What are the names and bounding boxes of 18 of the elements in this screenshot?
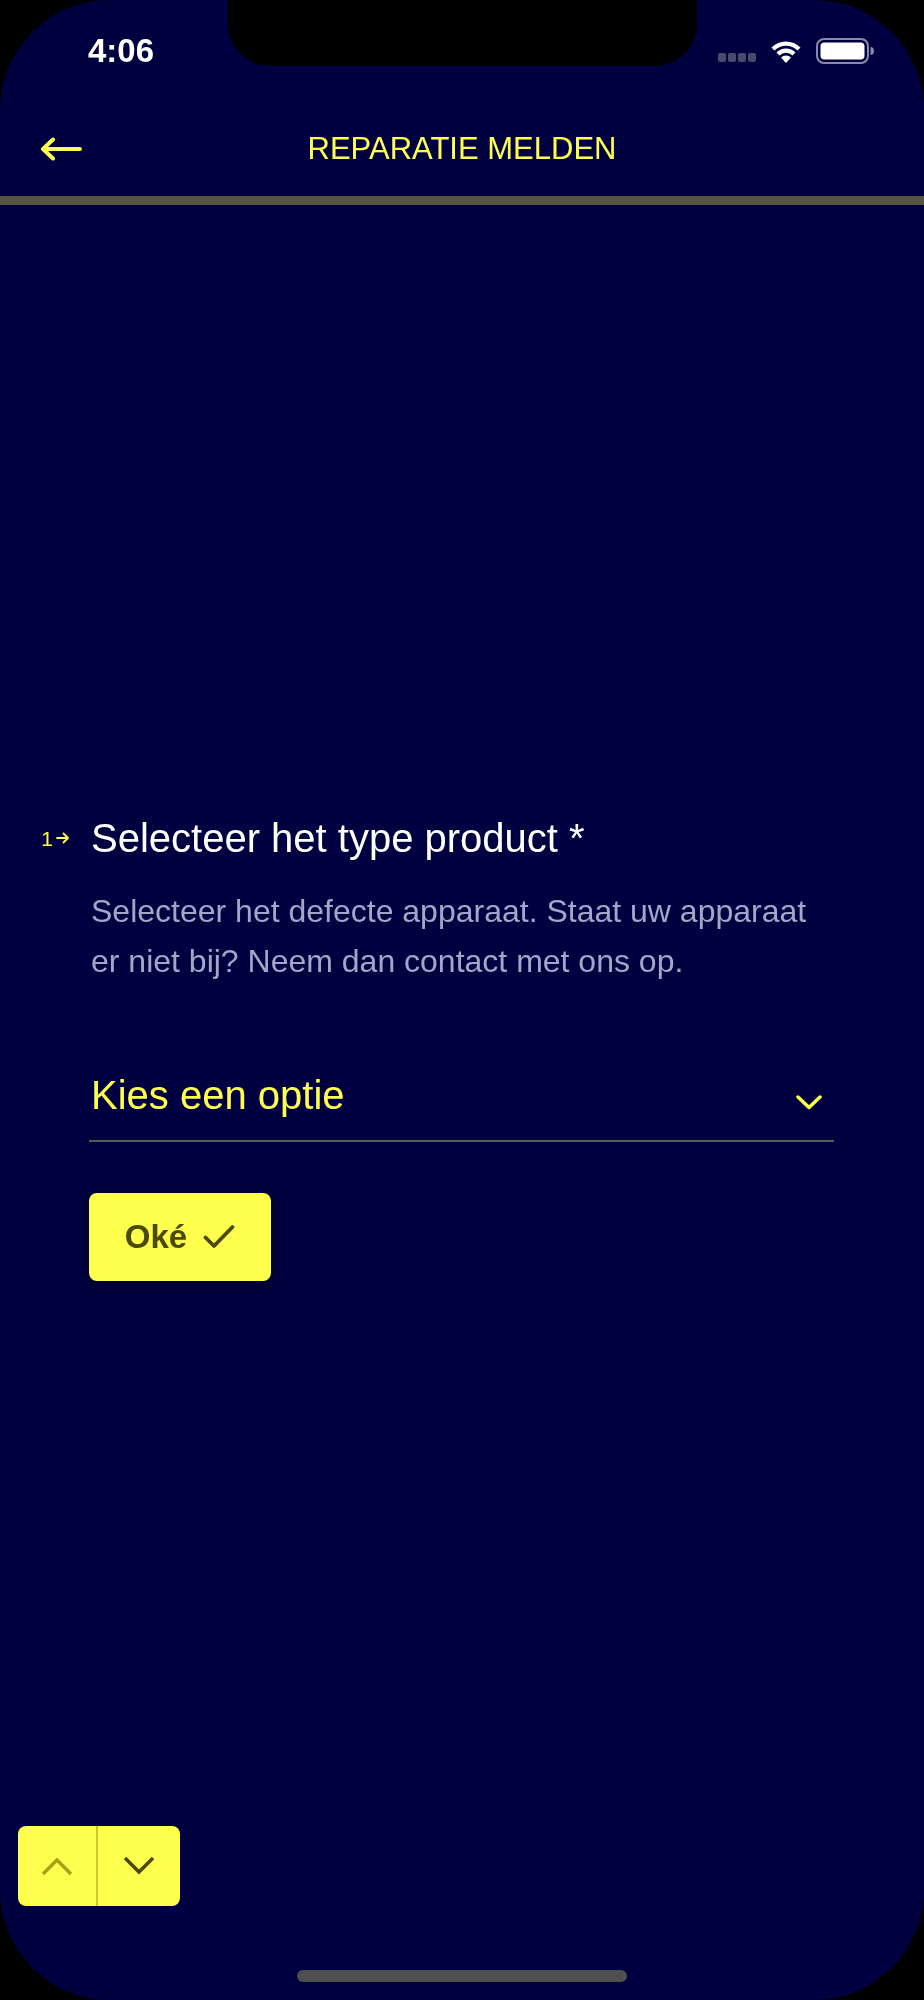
right-arrow-icon: [56, 832, 70, 844]
wifi-icon: [770, 39, 802, 63]
question-title: Selecteer het type product *: [91, 815, 585, 862]
back-arrow-icon: [40, 137, 82, 161]
chevron-down-icon: [123, 1856, 155, 1876]
next-button[interactable]: [98, 1826, 180, 1906]
question-description: Selecteer het defecte apparaat. Staat uw apparaat er niet bij? Neem dan contact met ons op.: [91, 892, 808, 981]
checkmark-icon: [203, 1224, 236, 1250]
back-button[interactable]: [38, 136, 84, 162]
status-time: 4:06: [88, 33, 155, 67]
chevron-up-icon: [41, 1856, 73, 1876]
page-title: REPARATIE MELDEN: [307, 132, 617, 164]
battery-icon: [816, 38, 874, 64]
chevron-down-icon: [796, 1095, 822, 1110]
confirm-button[interactable]: Oké: [89, 1193, 271, 1281]
select-field[interactable]: Kies een optie: [89, 1071, 834, 1142]
cellular-signal-icon: [718, 52, 756, 62]
question-number: 1: [41, 827, 53, 849]
